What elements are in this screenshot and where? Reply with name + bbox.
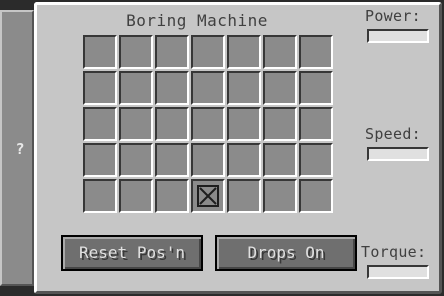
inventory-slot[interactable]	[155, 71, 189, 105]
inventory-slot[interactable]	[155, 35, 189, 69]
inventory-slot[interactable]	[263, 107, 297, 141]
inventory-slot[interactable]	[299, 107, 333, 141]
boring-machine-panel: Boring Machine Reset Pos'n Drops On Powe…	[34, 2, 442, 294]
inventory-slot[interactable]	[191, 71, 225, 105]
inventory-slot[interactable]	[263, 35, 297, 69]
inventory-slot[interactable]	[155, 179, 189, 213]
power-label: Power:	[365, 7, 421, 25]
inventory-slot[interactable]	[155, 107, 189, 141]
inventory-slot[interactable]	[227, 71, 261, 105]
inventory-slot[interactable]	[263, 71, 297, 105]
speed-label: Speed:	[365, 125, 421, 143]
inventory-slot[interactable]	[299, 179, 333, 213]
inventory-slot[interactable]	[299, 71, 333, 105]
power-bar	[367, 29, 429, 43]
drops-toggle-button[interactable]: Drops On	[215, 235, 357, 271]
inventory-slot[interactable]	[227, 35, 261, 69]
help-icon[interactable]: ?	[10, 140, 30, 158]
inventory-slot[interactable]	[263, 143, 297, 177]
inventory-slot[interactable]	[155, 143, 189, 177]
inventory-slot[interactable]	[119, 35, 153, 69]
inventory-slot[interactable]	[227, 143, 261, 177]
help-side-tab[interactable]: ?	[0, 10, 34, 286]
inventory-slot[interactable]	[299, 35, 333, 69]
reset-position-button[interactable]: Reset Pos'n	[61, 235, 203, 271]
inventory-slot[interactable]	[83, 179, 117, 213]
inventory-slot[interactable]	[83, 143, 117, 177]
inventory-slot[interactable]	[119, 143, 153, 177]
bore-position-slot[interactable]	[191, 179, 225, 213]
inventory-slot[interactable]	[191, 35, 225, 69]
inventory-slot[interactable]	[119, 179, 153, 213]
speed-bar	[367, 147, 429, 161]
machine-title: Boring Machine	[126, 11, 268, 30]
inventory-slot[interactable]	[263, 179, 297, 213]
bore-head-marker-icon	[197, 185, 219, 207]
inventory-slot[interactable]	[119, 71, 153, 105]
inventory-slot[interactable]	[299, 143, 333, 177]
inventory-slot[interactable]	[191, 107, 225, 141]
torque-bar	[367, 265, 429, 279]
inventory-slot[interactable]	[83, 35, 117, 69]
inventory-slot[interactable]	[83, 107, 117, 141]
inventory-slot[interactable]	[191, 143, 225, 177]
inventory-slot[interactable]	[227, 179, 261, 213]
inventory-slot[interactable]	[119, 107, 153, 141]
slot-grid	[83, 35, 333, 213]
inventory-slot[interactable]	[83, 71, 117, 105]
torque-label: Torque:	[361, 243, 427, 261]
inventory-slot[interactable]	[227, 107, 261, 141]
